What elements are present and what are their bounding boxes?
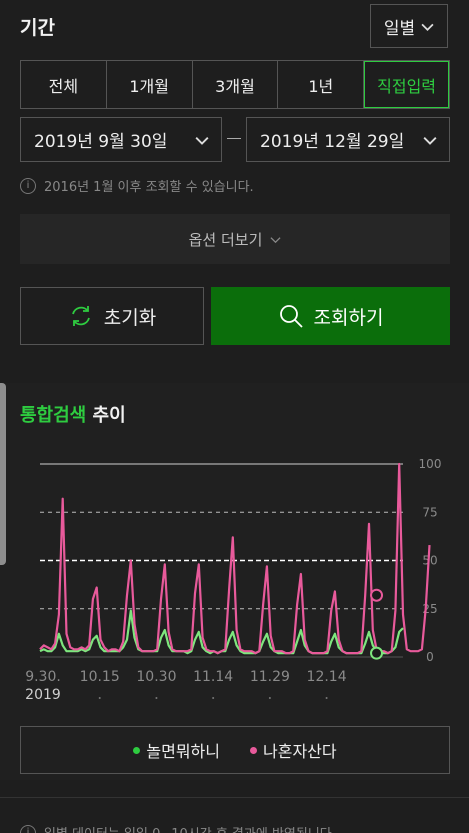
trend-chart: 02550751009.30. 10.15 10.30 11.14 11.29 12.14…	[25, 457, 442, 703]
legend-label: 나혼자산다	[263, 742, 337, 761]
x-tick-label: 12.14	[307, 669, 347, 685]
unit-select[interactable]: 일별	[370, 4, 448, 48]
x-tick-dot	[155, 697, 158, 699]
date-notice: i 2016년 1월 이후 조회할 수 있습니다.	[20, 176, 254, 195]
x-sublabel: 2019	[25, 687, 61, 703]
x-tick-label: 11.14	[193, 669, 233, 685]
x-tick-label: 10.30	[136, 669, 176, 685]
notice-text: 2016년 1월 이후 조회할 수 있습니다.	[44, 180, 254, 195]
legend-dot	[250, 746, 257, 754]
y-tick-label: 50	[422, 554, 437, 568]
info-icon: i	[20, 177, 36, 194]
search-button[interactable]: 조회하기	[211, 287, 450, 345]
legend-item[interactable]: 놀면뭐하니	[133, 738, 220, 762]
chevron-down-icon	[421, 23, 434, 31]
x-tick-dot	[212, 697, 215, 699]
chevron-down-icon	[270, 236, 281, 243]
legend-label: 놀면뭐하니	[146, 742, 220, 761]
tab-label: 1개월	[129, 76, 169, 96]
highlight-point	[370, 646, 384, 660]
chevron-down-icon	[195, 137, 209, 145]
series-line	[39, 609, 404, 655]
trend-title-highlight: 통합검색	[20, 405, 87, 426]
tab-label: 3개월	[215, 76, 255, 96]
more-options-label: 옵션 더보기	[188, 230, 263, 249]
info-icon: i	[20, 824, 36, 833]
refresh-icon	[71, 306, 90, 326]
y-tick-label: 100	[419, 457, 442, 471]
tab-1-year[interactable]: 1년	[278, 61, 365, 108]
search-button-label: 조회하기	[313, 306, 384, 329]
search-icon	[279, 305, 303, 328]
x-tick-dot	[98, 697, 101, 699]
x-tick-label: 11.29	[250, 669, 290, 685]
series-line	[39, 462, 431, 655]
page: 기간 일별 전체 1개월 3개월 1년 직접입력 2019년 9월 30일 20…	[0, 0, 469, 833]
reset-button-label: 초기화	[103, 306, 157, 329]
chevron-down-icon	[423, 137, 437, 145]
y-tick-label: 75	[422, 505, 437, 519]
end-date-value: 2019년 12월 29일	[260, 132, 405, 152]
tab-1-month[interactable]: 1개월	[107, 61, 193, 108]
tab-3-months[interactable]: 3개월	[193, 61, 279, 108]
chart-legend: 놀면뭐하니 나혼자산다	[20, 726, 450, 774]
trend-title-rest: 추이	[92, 405, 126, 426]
tab-label: 직접입력	[377, 76, 437, 96]
unit-select-label: 일별	[383, 18, 416, 39]
footer-divider	[0, 797, 469, 798]
tab-custom-input[interactable]: 직접입력	[364, 61, 449, 108]
legend-dot	[133, 746, 141, 754]
start-date-select[interactable]: 2019년 9월 30일	[20, 117, 222, 162]
tab-label: 전체	[48, 76, 79, 96]
period-row: 기간 일별	[20, 4, 450, 50]
end-date-select[interactable]: 2019년 12월 29일	[246, 117, 450, 162]
y-tick-label: 0	[426, 650, 434, 664]
x-tick-label: 10.15	[80, 669, 120, 685]
date-range: 2019년 9월 30일 2019년 12월 29일	[20, 117, 450, 162]
trend-title: 통합검색 추이	[20, 401, 126, 427]
start-date-value: 2019년 9월 30일	[34, 132, 168, 152]
footer-note: i 일별 데이터는 일일 0~10시간 후 결과에 반영됩니다.	[20, 823, 336, 833]
legend-item[interactable]: 나혼자산다	[250, 738, 337, 762]
x-tick-dot	[268, 697, 271, 699]
reset-button[interactable]: 초기화	[20, 287, 204, 345]
date-separator	[227, 138, 241, 139]
more-options-button[interactable]: 옵션 더보기	[20, 214, 450, 264]
range-tabs: 전체 1개월 3개월 1년 직접입력	[20, 60, 450, 109]
highlight-point	[370, 588, 384, 602]
footer-note-text: 일별 데이터는 일일 0~10시간 후 결과에 반영됩니다.	[44, 823, 336, 833]
tab-all[interactable]: 전체	[21, 61, 107, 108]
x-tick-label: 9.30.	[25, 669, 61, 685]
period-title: 기간	[20, 17, 55, 39]
tab-label: 1년	[308, 76, 334, 96]
x-tick-dot	[325, 697, 328, 699]
